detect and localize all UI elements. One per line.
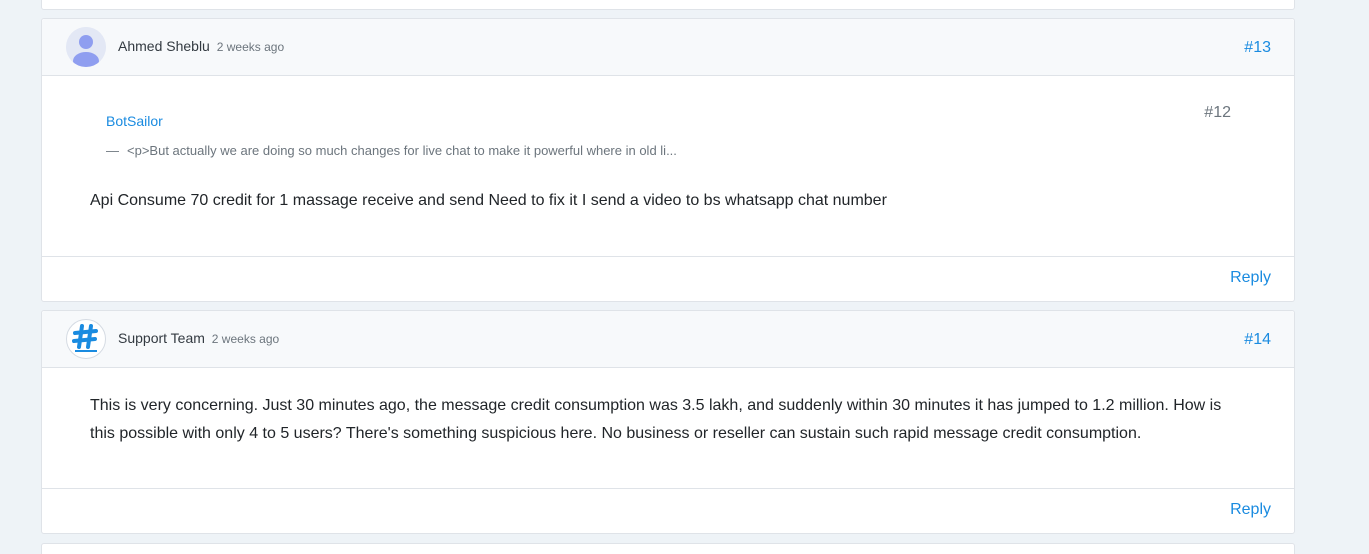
- post-footer: Reply: [42, 488, 1294, 533]
- quote-excerpt: — <p>But actually we are doing so much ch…: [106, 143, 677, 158]
- quote-dash: —: [106, 143, 119, 158]
- post-time: 2 weeks ago: [211, 332, 280, 346]
- post-footer: Reply: [42, 256, 1294, 301]
- post-card: Support Team 2 weeks ago #14 This is ver…: [41, 310, 1295, 534]
- reply-button[interactable]: Reply: [1230, 269, 1271, 287]
- post-number-link[interactable]: #14: [1244, 331, 1271, 349]
- quote-author-link[interactable]: BotSailor: [106, 113, 163, 129]
- reply-button[interactable]: Reply: [1230, 501, 1271, 519]
- post-text: This is very concerning. Just 30 minutes…: [90, 397, 1222, 442]
- post-number-link[interactable]: #13: [1244, 39, 1271, 57]
- post-header: Support Team 2 weeks ago #14: [42, 311, 1294, 368]
- author-line: Support Team 2 weeks ago: [118, 330, 279, 346]
- avatar[interactable]: [66, 319, 106, 359]
- previous-post-card: [41, 0, 1295, 10]
- author-line: Ahmed Sheblu 2 weeks ago: [118, 38, 284, 54]
- author-name[interactable]: Ahmed Sheblu: [118, 38, 210, 54]
- thread-page: Ahmed Sheblu 2 weeks ago #13 BotSailor #…: [0, 0, 1369, 554]
- post-header: Ahmed Sheblu 2 weeks ago #13: [42, 19, 1294, 76]
- quote-excerpt-text: <p>But actually we are doing so much cha…: [127, 143, 677, 158]
- user-silhouette-icon: [66, 27, 106, 67]
- avatar[interactable]: [66, 27, 106, 67]
- post-card: Ahmed Sheblu 2 weeks ago #13 BotSailor #…: [41, 18, 1295, 302]
- author-name[interactable]: Support Team: [118, 330, 205, 346]
- hashtag-logo-icon: [72, 324, 98, 352]
- next-post-card: [41, 543, 1295, 554]
- post-time: 2 weeks ago: [216, 40, 285, 54]
- quote-post-number[interactable]: #12: [1204, 104, 1231, 122]
- post-text: Api Consume 70 credit for 1 massage rece…: [90, 192, 887, 209]
